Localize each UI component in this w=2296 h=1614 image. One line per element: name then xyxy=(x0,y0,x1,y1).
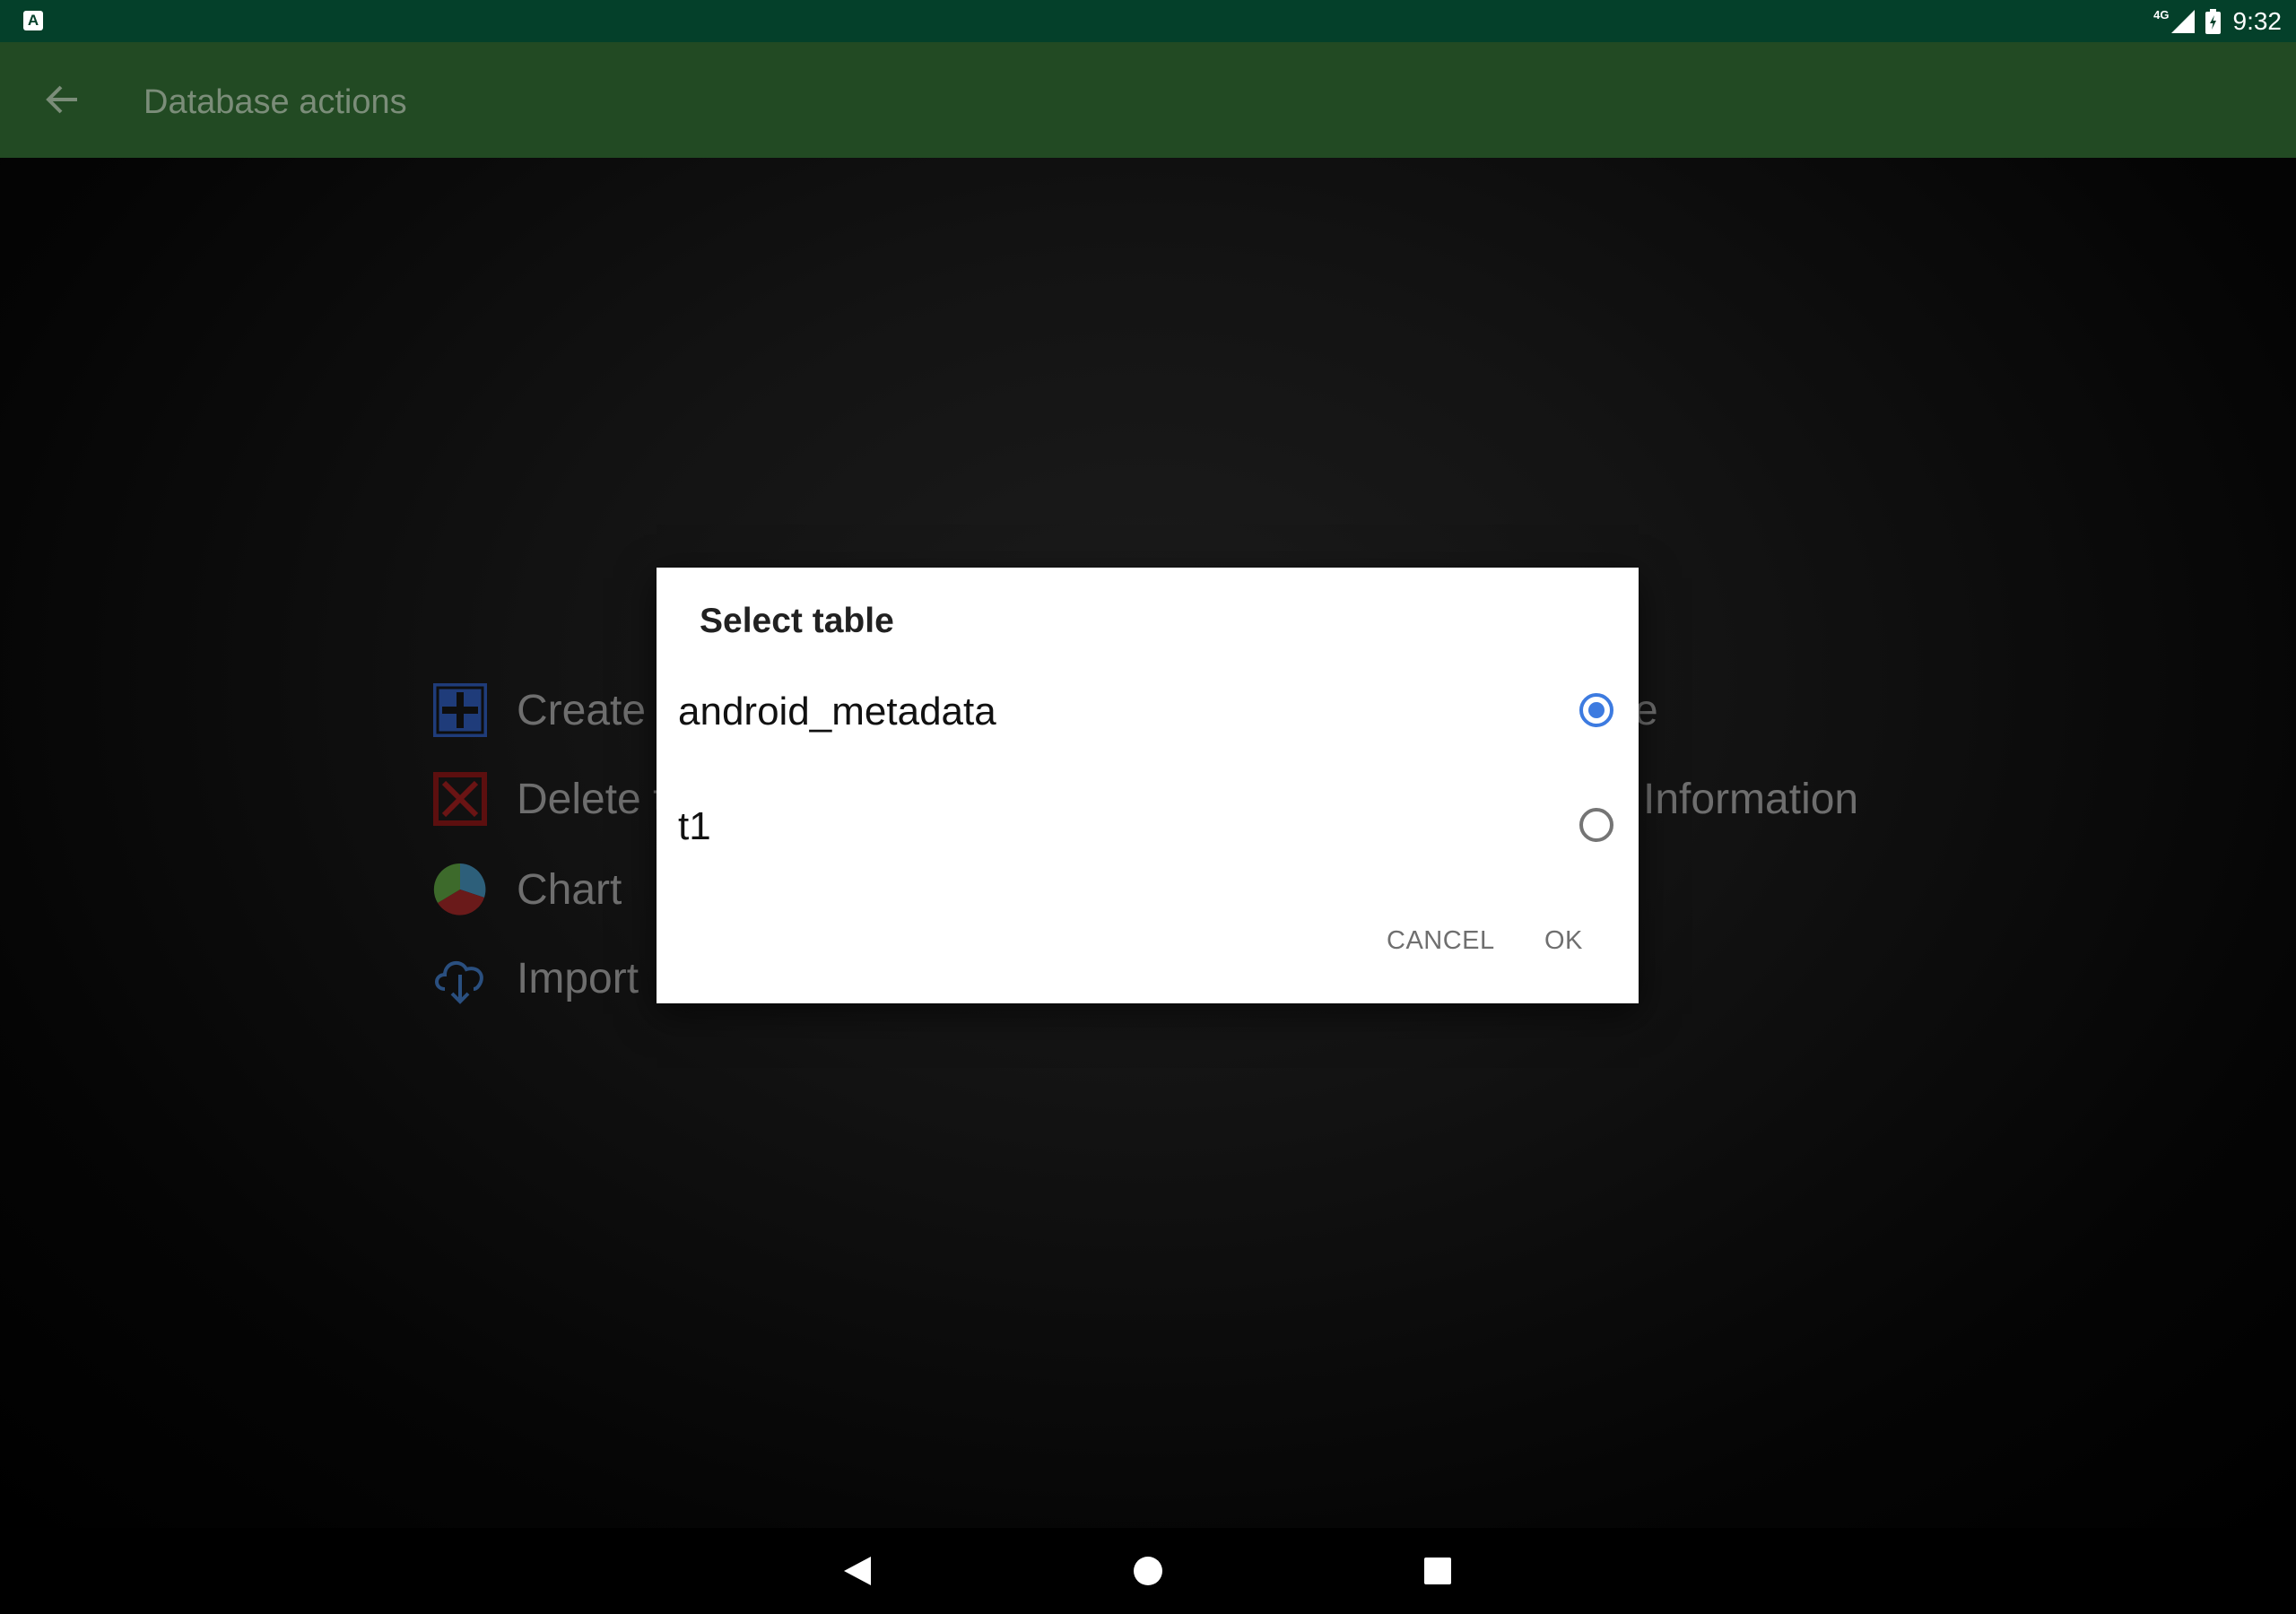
nav-recents-button[interactable] xyxy=(1395,1528,1481,1614)
pie-chart-icon xyxy=(430,860,490,919)
action-create-table[interactable]: Create t xyxy=(430,679,670,742)
signal-icon xyxy=(2170,9,2195,33)
select-table-dialog: Select table android_metadata t1 CANCEL OK xyxy=(657,568,1639,1003)
action-label: Create t xyxy=(517,686,670,734)
action-import[interactable]: Import xyxy=(430,947,639,1010)
navigation-bar xyxy=(0,1528,2296,1614)
delete-box-icon xyxy=(430,769,490,829)
action-label: Import xyxy=(517,954,639,1002)
status-time: 9:32 xyxy=(2232,6,2283,35)
ok-button[interactable]: OK xyxy=(1544,926,1583,956)
action-label: Chart xyxy=(517,865,622,914)
radio-checked-icon[interactable] xyxy=(1579,693,1613,727)
option-label: t1 xyxy=(678,804,711,848)
cloud-download-icon xyxy=(430,949,490,1008)
table-option-0[interactable]: android_metadata xyxy=(657,655,1639,769)
action-chart[interactable]: Chart xyxy=(430,858,622,921)
network-type-label: 4G xyxy=(2153,8,2170,22)
option-label: android_metadata xyxy=(678,690,996,733)
nav-recents-icon xyxy=(1424,1558,1451,1584)
status-indicators: 4G 9:32 xyxy=(2153,0,2282,42)
battery-charging-icon xyxy=(2205,8,2221,34)
table-option-1[interactable]: t1 xyxy=(657,769,1639,884)
action-label: Delete t xyxy=(517,775,665,823)
nav-home-button[interactable] xyxy=(1105,1528,1191,1614)
app-bar: Database actions xyxy=(0,42,2296,158)
nav-back-button[interactable] xyxy=(814,1528,900,1614)
dialog-title: Select table xyxy=(700,602,894,640)
back-arrow-icon[interactable] xyxy=(45,82,81,117)
radio-unchecked-icon[interactable] xyxy=(1579,808,1613,842)
action-information[interactable]: Information xyxy=(1643,768,1858,830)
action-delete-table[interactable]: Delete t xyxy=(430,768,665,830)
nav-back-icon xyxy=(844,1557,871,1585)
status-bar: A 4G 9:32 xyxy=(0,0,2296,42)
page-title: Database actions xyxy=(144,83,407,121)
action-label: Information xyxy=(1643,775,1859,823)
cancel-button[interactable]: CANCEL xyxy=(1387,926,1495,956)
nav-home-icon xyxy=(1134,1557,1162,1585)
notification-icon: A xyxy=(23,11,43,30)
add-box-icon xyxy=(430,681,490,740)
